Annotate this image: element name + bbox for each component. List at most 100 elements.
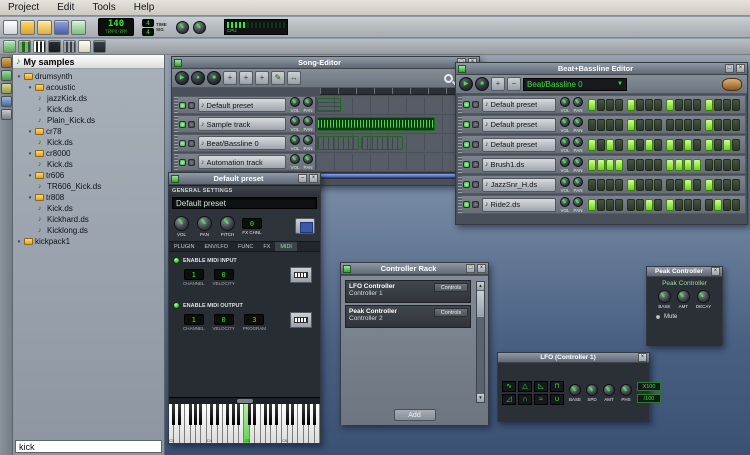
- maximize-button[interactable]: □: [466, 264, 475, 273]
- beat-step[interactable]: [615, 139, 623, 151]
- tree-folder-item[interactable]: ▾cr78: [13, 126, 164, 137]
- tree-folder-item[interactable]: ▾tr808: [13, 192, 164, 203]
- track-grip[interactable]: [174, 135, 178, 151]
- beat-step[interactable]: [705, 179, 713, 191]
- beat-step[interactable]: [636, 119, 644, 131]
- knob-pan[interactable]: [197, 216, 212, 231]
- beat-step[interactable]: [684, 119, 692, 131]
- lfo-base-knob[interactable]: [569, 384, 581, 396]
- beat-step[interactable]: [654, 199, 662, 211]
- open-project-icon[interactable]: [20, 20, 35, 35]
- beat-step[interactable]: [645, 99, 653, 111]
- midi-input-velocity-display[interactable]: 0: [214, 269, 234, 280]
- track-grip[interactable]: [458, 96, 462, 113]
- expander-icon[interactable]: ▾: [27, 85, 33, 91]
- expander-icon[interactable]: ▾: [27, 195, 33, 201]
- beat-step[interactable]: [636, 159, 644, 171]
- beat-step[interactable]: [597, 159, 605, 171]
- midi-output-channel-display[interactable]: 1: [184, 314, 204, 325]
- track-mute-led[interactable]: [463, 181, 470, 188]
- beat-step[interactable]: [666, 199, 674, 211]
- beat-step[interactable]: [705, 159, 713, 171]
- track-volume-knob[interactable]: [290, 116, 300, 126]
- beat-step[interactable]: [684, 139, 692, 151]
- track-pan-knob[interactable]: [573, 157, 583, 167]
- controls-button[interactable]: Controls: [434, 283, 468, 292]
- record-button[interactable]: ●: [191, 71, 205, 85]
- track-volume-knob[interactable]: [560, 157, 570, 167]
- beat-step[interactable]: [714, 159, 722, 171]
- beat-step[interactable]: [606, 199, 614, 211]
- midi-output-program-display[interactable]: 3: [244, 314, 264, 325]
- beat-step[interactable]: [714, 199, 722, 211]
- beat-step[interactable]: [597, 139, 605, 151]
- song-editor-icon[interactable]: [3, 40, 16, 53]
- track-solo-led[interactable]: [472, 181, 479, 188]
- beat-step[interactable]: [588, 139, 596, 151]
- scroll-up-arrow[interactable]: ▲: [477, 282, 484, 290]
- piano-roll-icon[interactable]: [33, 40, 46, 53]
- track-pan-knob[interactable]: [573, 137, 583, 147]
- track-volume-knob[interactable]: [560, 97, 570, 107]
- beat-step[interactable]: [627, 159, 635, 171]
- beat-step[interactable]: [732, 199, 740, 211]
- tree-file-item[interactable]: ♪Kick.ds: [13, 104, 164, 115]
- beat-step[interactable]: [723, 99, 731, 111]
- save-project-icon[interactable]: [54, 20, 69, 35]
- beat-step[interactable]: [675, 159, 683, 171]
- piano-key-black[interactable]: [275, 404, 278, 425]
- instrument-titlebar[interactable]: Default preset – ×: [169, 173, 320, 185]
- scroll-down-arrow[interactable]: ▼: [477, 394, 484, 402]
- track-pan-knob[interactable]: [303, 116, 313, 126]
- track-grip[interactable]: [174, 154, 178, 170]
- beat-step[interactable]: [645, 119, 653, 131]
- master-volume-knob[interactable]: [176, 21, 189, 34]
- track-pan-knob[interactable]: [573, 97, 583, 107]
- beat-step[interactable]: [588, 99, 596, 111]
- beat-step[interactable]: [732, 119, 740, 131]
- beat-step[interactable]: [666, 99, 674, 111]
- track-solo-led[interactable]: [188, 121, 195, 128]
- close-button[interactable]: ×: [711, 267, 720, 276]
- expander-icon[interactable]: ▾: [27, 151, 33, 157]
- controls-button[interactable]: Controls: [434, 308, 468, 317]
- beat-step[interactable]: [723, 199, 731, 211]
- piano-key-black[interactable]: [172, 404, 175, 425]
- timesig-numerator[interactable]: 4: [142, 19, 154, 27]
- maximize-button[interactable]: □: [725, 64, 734, 73]
- tree-file-item[interactable]: ♪Plain_Kick.ds: [13, 115, 164, 126]
- export-project-icon[interactable]: [71, 20, 86, 35]
- track-volume-knob[interactable]: [560, 117, 570, 127]
- lfo-wave-moog-saw-icon[interactable]: ◿: [502, 394, 516, 405]
- beat-step[interactable]: [654, 99, 662, 111]
- beat-step[interactable]: [615, 159, 623, 171]
- beat-step[interactable]: [597, 179, 605, 191]
- beat-step[interactable]: [723, 119, 731, 131]
- beat-step[interactable]: [723, 139, 731, 151]
- piano-key-black[interactable]: [313, 404, 316, 425]
- midi-input-channel-display[interactable]: 1: [184, 269, 204, 280]
- track-pan-knob[interactable]: [303, 135, 313, 145]
- add-bb-track-button[interactable]: +: [223, 71, 237, 85]
- lfo-spd-knob[interactable]: [586, 384, 598, 396]
- beat-step[interactable]: [606, 159, 614, 171]
- track-grip[interactable]: [174, 116, 178, 132]
- tree-file-item[interactable]: ♪Kickhard.ds: [13, 214, 164, 225]
- piano-key-black[interactable]: [232, 404, 235, 425]
- beat-step[interactable]: [654, 179, 662, 191]
- tab-env-lfo[interactable]: ENV/LFO: [199, 242, 233, 251]
- track-solo-led[interactable]: [472, 121, 479, 128]
- beat-step[interactable]: [597, 99, 605, 111]
- beat-step[interactable]: [627, 119, 635, 131]
- beat-step[interactable]: [606, 179, 614, 191]
- tree-file-item[interactable]: ♪Kicklong.ds: [13, 225, 164, 236]
- peak-amt-knob[interactable]: [677, 290, 690, 303]
- piano-key-black[interactable]: [253, 404, 256, 425]
- beat-step[interactable]: [636, 139, 644, 151]
- beat-step[interactable]: [666, 159, 674, 171]
- piano-key-black[interactable]: [210, 404, 213, 425]
- controller-rack-titlebar[interactable]: Controller Rack □ ×: [341, 263, 488, 275]
- timesig-denominator[interactable]: 4: [142, 28, 154, 36]
- bb-pattern-segment[interactable]: [317, 136, 359, 150]
- beat-step[interactable]: [693, 159, 701, 171]
